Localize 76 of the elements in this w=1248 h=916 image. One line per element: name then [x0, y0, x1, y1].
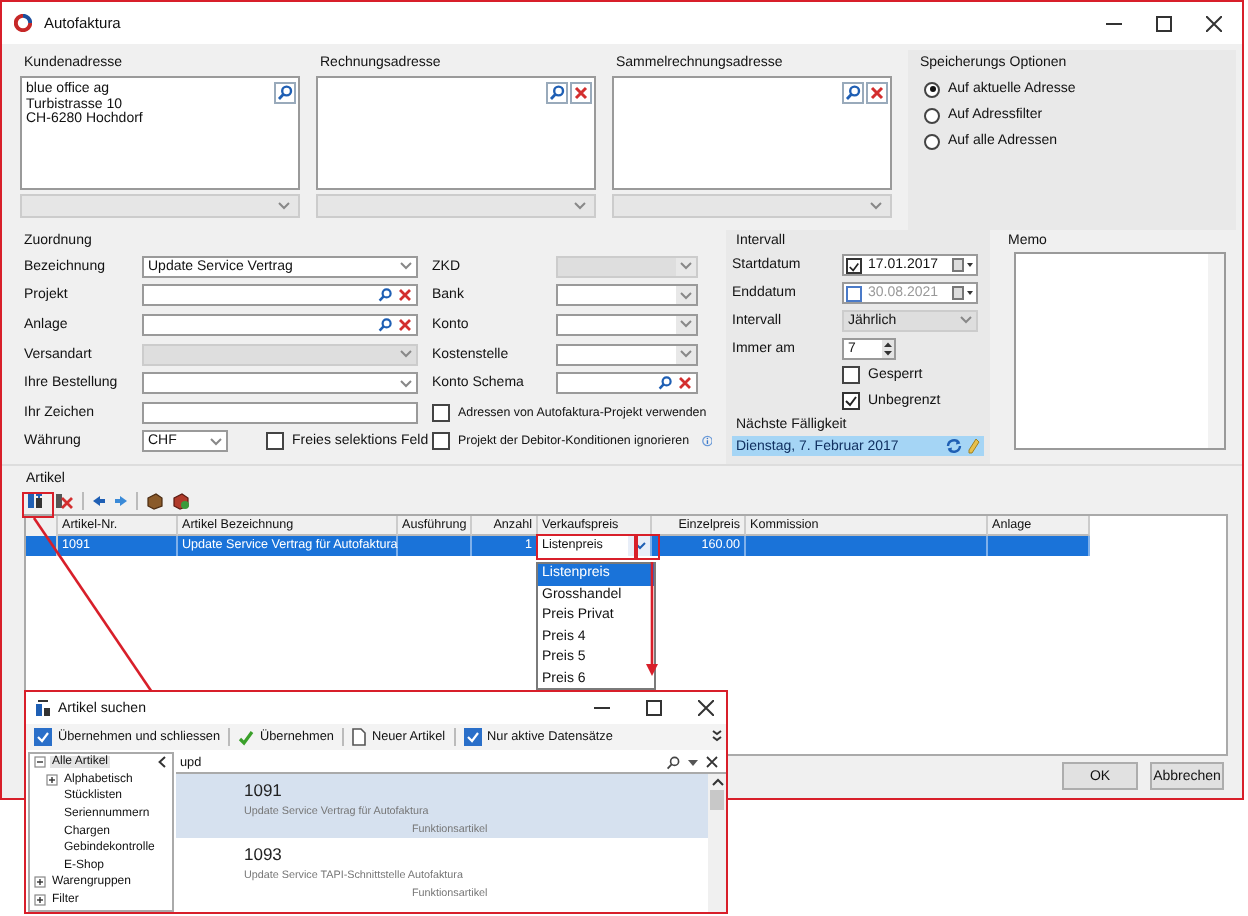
chevron-icon [680, 291, 692, 300]
text-field[interactable] [142, 401, 418, 424]
checkbox[interactable] [432, 432, 450, 451]
highlight-frame [22, 492, 54, 518]
checkbox[interactable] [463, 728, 482, 746]
chevron-icon [680, 262, 692, 271]
lookup-field[interactable] [142, 284, 418, 307]
close-icon[interactable] [1206, 15, 1222, 31]
scrollbar[interactable] [708, 774, 726, 912]
search-icon[interactable] [658, 376, 672, 391]
clear-icon[interactable] [706, 756, 718, 768]
checkbox[interactable] [846, 285, 862, 302]
combo-box[interactable] [556, 313, 698, 336]
arrow-left-icon[interactable] [92, 494, 106, 508]
chevron-icon [210, 437, 222, 446]
calendar-icon[interactable] [952, 286, 974, 301]
delete-article-icon[interactable] [54, 492, 74, 510]
address-field[interactable] [612, 76, 892, 190]
add-article-icon[interactable] [26, 492, 46, 510]
checkbox[interactable] [842, 366, 860, 385]
expand-icon[interactable] [34, 894, 46, 907]
close-icon[interactable] [698, 700, 714, 716]
calendar-icon[interactable] [952, 258, 974, 273]
memo-field[interactable] [1014, 252, 1226, 450]
spinner-icon[interactable] [882, 339, 894, 358]
arrow-right-icon[interactable] [114, 494, 128, 508]
checkbox[interactable] [432, 403, 450, 422]
checkbox[interactable] [34, 728, 52, 746]
combo-box[interactable] [556, 343, 698, 366]
chevron-icon [278, 202, 290, 210]
search-icon[interactable] [842, 82, 864, 104]
radio-button[interactable] [924, 107, 940, 123]
refresh-icon[interactable] [946, 438, 962, 455]
radio-button[interactable] [924, 133, 940, 149]
search-icon[interactable] [378, 288, 392, 303]
lookup-field[interactable] [556, 372, 698, 395]
app-icon [14, 14, 32, 32]
chevron-icon [680, 320, 692, 329]
lookup-field[interactable] [142, 313, 418, 336]
chevron-icon [960, 316, 972, 325]
scrollbar[interactable] [1208, 254, 1224, 448]
combo-box[interactable] [142, 372, 418, 395]
chevron-icon [633, 542, 645, 550]
combo-box[interactable] [556, 284, 698, 307]
article-number: 1093 [244, 844, 282, 864]
address-field[interactable] [316, 76, 596, 190]
package-icon[interactable] [146, 492, 164, 510]
package-delete-icon[interactable] [172, 492, 190, 510]
search-icon[interactable] [274, 82, 296, 104]
info-icon[interactable] [701, 434, 712, 449]
collapse-icon[interactable] [34, 756, 46, 769]
scroll-thumb[interactable] [710, 790, 724, 810]
maximize-icon[interactable] [646, 700, 662, 716]
checkbox[interactable] [842, 392, 860, 411]
chevron-icon [870, 202, 882, 210]
article-number: 1091 [244, 780, 282, 800]
chevron-icon [574, 202, 586, 210]
expand-icon[interactable] [34, 876, 46, 889]
chevron-icon [680, 350, 692, 359]
chevron-left-icon[interactable] [158, 756, 166, 769]
check-icon [238, 729, 254, 745]
search-icon[interactable] [546, 82, 568, 104]
search-icon[interactable] [666, 755, 680, 769]
chevron-icon [400, 262, 412, 271]
chevron-icon [400, 379, 412, 388]
radio-button[interactable] [924, 81, 940, 97]
annotation-arrow [646, 562, 658, 676]
expand-icon[interactable] [46, 773, 58, 786]
checkbox[interactable] [266, 432, 284, 451]
search-icon[interactable] [378, 317, 392, 332]
app-icon [34, 699, 52, 717]
checkbox[interactable] [846, 257, 862, 274]
chevron-icon [400, 350, 412, 359]
scroll-up-icon[interactable] [711, 778, 723, 786]
maximize-icon[interactable] [1156, 15, 1172, 31]
overflow-icon[interactable] [712, 730, 722, 744]
